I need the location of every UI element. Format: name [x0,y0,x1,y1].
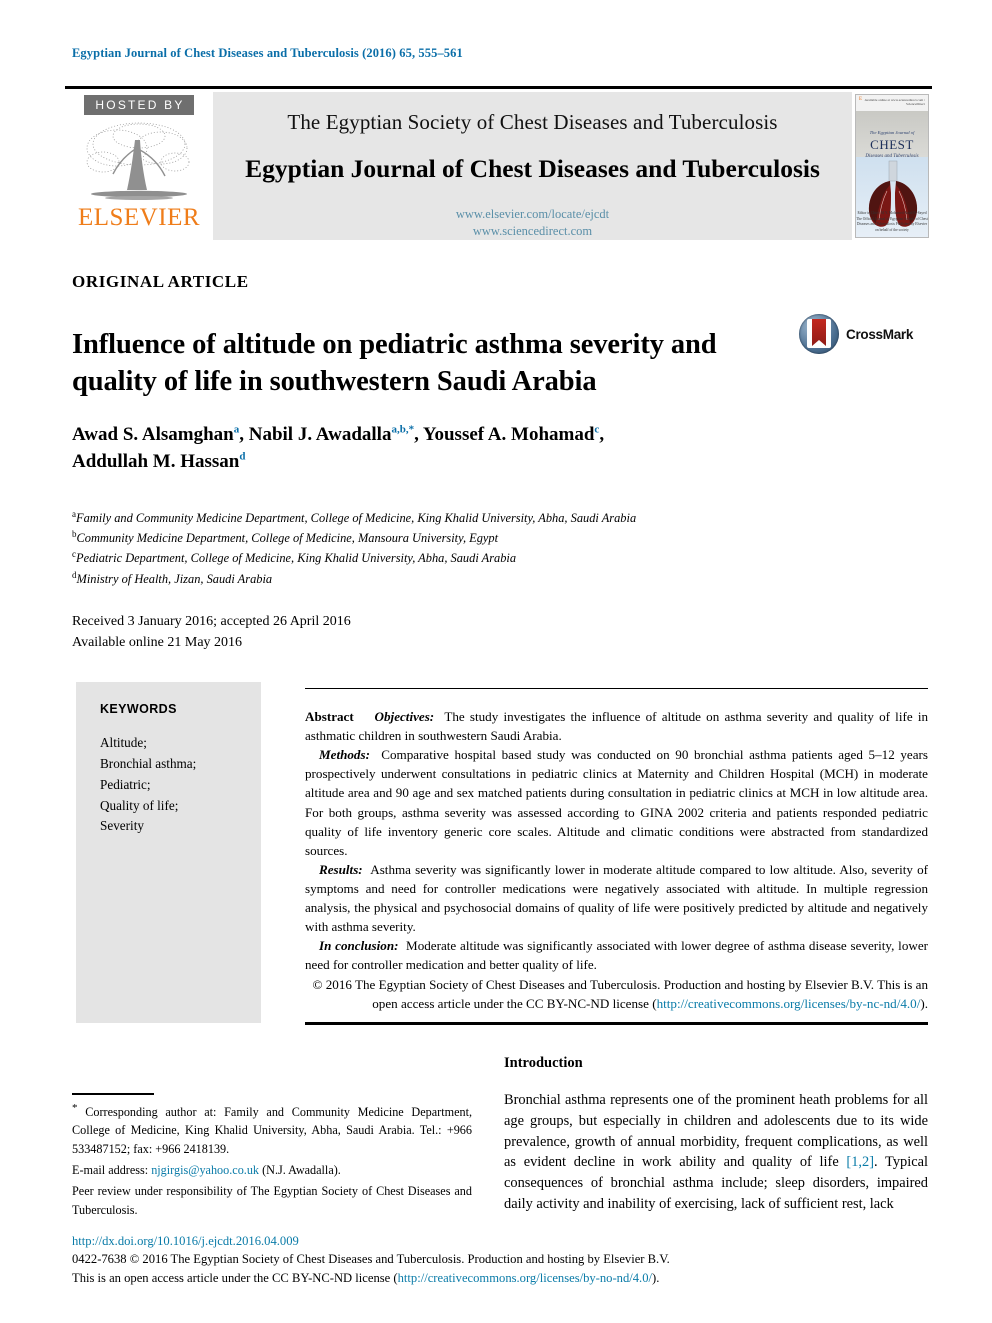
article-history: Received 3 January 2016; accepted 26 Apr… [72,612,351,653]
keyword-item: Pediatric; [100,776,151,792]
abstract-objectives-paragraph: Abstract Objectives: The study investiga… [305,707,928,745]
affiliation-item: cPediatric Department, College of Medici… [72,548,852,568]
author-sep-2: , Youssef A. Mohamad [414,424,595,445]
keywords-panel: KEYWORDS Altitude; Bronchial asthma; Ped… [76,682,261,1023]
running-head: Egyptian Journal of Chest Diseases and T… [72,46,463,60]
author-list: Awad S. Alsamghana, Nabil J. Awadallaa,b… [72,422,832,476]
journal-masthead: HOSTED BY ELSEVIER The Egyptian Society … [65,86,932,240]
abstract-copyright-tail: ). [920,995,928,1011]
abstract-label: Abstract [305,709,354,724]
page-footer: http://dx.doi.org/10.1016/j.ejcdt.2016.0… [72,1232,932,1287]
corresponding-author-note: * Corresponding author at: Family and Co… [72,1100,472,1158]
page-title: Influence of altitude on pediatric asthm… [72,329,717,397]
keyword-item: Altitude; [100,735,147,750]
keywords-list: Altitude; Bronchial asthma; Pediatric; Q… [100,733,196,837]
abstract-results-label: Results: [319,861,363,877]
abstract-top-rule [305,688,928,689]
affiliation-item: aFamily and Community Medicine Departmen… [72,508,852,528]
cover-title-pre: The Egyptian Journal of [869,130,915,135]
footnote-rule [72,1093,154,1095]
affiliation-item: bCommunity Medicine Department, College … [72,528,852,548]
footer-cc-license-link[interactable]: http://creativecommons.org/licenses/by-n… [398,1271,652,1285]
abstract-conclusion-label: In conclusion: [319,938,399,954]
society-name: The Egyptian Society of Chest Diseases a… [287,110,778,134]
email-note: E-mail address: njgirgis@yahoo.co.uk (N.… [72,1161,472,1179]
introduction-body: Bronchial asthma represents one of the p… [504,1090,928,1215]
affiliation-text: Community Medicine Department, College o… [76,531,499,546]
email-label: E-mail address: [72,1162,149,1177]
author-affil-mark-2[interactable]: a,b,* [391,424,414,436]
abstract-results-text: Asthma severity was significantly lower … [305,861,929,935]
asterisk-icon: * [72,1102,78,1114]
doi-link[interactable]: http://dx.doi.org/10.1016/j.ejcdt.2016.0… [72,1232,932,1250]
elsevier-wordmark: ELSEVIER [77,204,201,231]
masthead-urls: www.elsevier.com/locate/ejcdt www.scienc… [456,206,609,240]
affiliation-list: aFamily and Community Medicine Departmen… [72,508,852,589]
keyword-item: Severity [100,818,144,834]
abstract-copyright-paragraph: © 2016 The Egyptian Society of Chest Dis… [305,975,929,1013]
affiliation-item: dMinistry of Health, Jizan, Saudi Arabia [72,569,852,589]
crossmark-icon [799,314,839,354]
received-accepted-line: Received 3 January 2016; accepted 26 Apr… [72,614,351,629]
license-pre-text: This is an open access article under the… [72,1270,398,1285]
affiliation-text: Family and Community Medicine Department… [76,511,637,526]
hosted-by-badge: HOSTED BY [84,95,194,115]
abstract-results-paragraph: Results: Asthma severity was significant… [305,860,928,936]
license-tail-text: ). [652,1270,660,1285]
author-name-1: Awad S. Alsamghan [72,424,234,445]
keyword-item: Bronchial asthma; [100,755,197,771]
keyword-item: Quality of life; [100,797,179,813]
crossmark-badge[interactable]: CrossMark [799,312,919,356]
cover-title-main: CHEST [870,137,914,152]
journal-name: Egyptian Journal of Chest Diseases and T… [245,154,820,183]
sciencedirect-url[interactable]: www.sciencedirect.com [456,223,609,240]
citation-link[interactable]: [1,2] [846,1154,874,1170]
abstract-objectives-label: Objectives: [374,709,435,724]
author-name-4: Addullah M. Hassan [72,450,240,472]
available-online-line: Available online 21 May 2016 [72,634,243,650]
journal-cover-thumbnail: E Available online at www.sciencedirect.… [855,94,929,238]
introduction-heading: Introduction [504,1055,583,1071]
journal-article-page: Egyptian Journal of Chest Diseases and T… [0,0,992,1323]
cover-title-band: The Egyptian Journal of CHEST Diseases a… [856,111,928,159]
email-suffix: (N.J. Awadalla). [262,1162,341,1177]
cover-top-strip: E Available online at www.sciencedirect.… [856,95,928,112]
footnote-block: * Corresponding author at: Family and Co… [72,1100,472,1222]
peer-review-note: Peer review under responsibility of The … [72,1184,472,1217]
cover-footer-text: Editor in Chief: M.Y. Mohamed Awad El-Sa… [856,211,928,232]
abstract-methods-label: Methods: [319,747,370,763]
corresponding-author-text: Corresponding author at: Family and Comm… [72,1105,473,1156]
abstract-conclusion-paragraph: In conclusion: Moderate altitude was sig… [305,936,928,974]
abstract-methods-paragraph: Methods: Comparative hospital based stud… [305,745,928,860]
author-affil-mark-4: d [239,450,246,463]
affiliation-text: Pediatric Department, College of Medicin… [76,551,517,566]
cc-license-link[interactable]: http://creativecommons.org/licenses/by-n… [657,996,921,1011]
introduction-paragraph: Bronchial asthma represents one of the p… [504,1090,928,1215]
license-line: This is an open access article under the… [72,1269,932,1287]
author-sep-1: , Nabil J. Awadalla [239,424,392,445]
journal-cover-block: E Available online at www.sciencedirect.… [852,92,932,240]
abstract-conclusion-text: Moderate altitude was significantly asso… [305,938,928,973]
keywords-heading: KEYWORDS [100,702,177,716]
cover-sciencedirect-text: Available online at www.sciencedirect.co… [864,98,925,106]
abstract-methods-text: Comparative hospital based study was con… [305,747,929,858]
affiliation-text: Ministry of Health, Jizan, Saudi Arabia [76,571,273,586]
elsevier-logo-block: HOSTED BY ELSEVIER [65,92,213,240]
author-sep-3: , [599,424,605,445]
issn-copyright-line: 0422-7638 © 2016 The Egyptian Society of… [72,1252,670,1267]
abstract-bottom-rule [305,1022,928,1025]
elsevier-journal-url[interactable]: www.elsevier.com/locate/ejcdt [456,206,609,223]
crossmark-label: CrossMark [846,326,914,342]
abstract-section: Abstract Objectives: The study investiga… [305,707,928,1013]
masthead-titles: The Egyptian Society of Chest Diseases a… [213,92,852,240]
email-link[interactable]: njgirgis@yahoo.co.uk [151,1163,259,1177]
elsevier-tree-icon [83,118,195,204]
article-type-label: ORIGINAL ARTICLE [72,272,249,291]
